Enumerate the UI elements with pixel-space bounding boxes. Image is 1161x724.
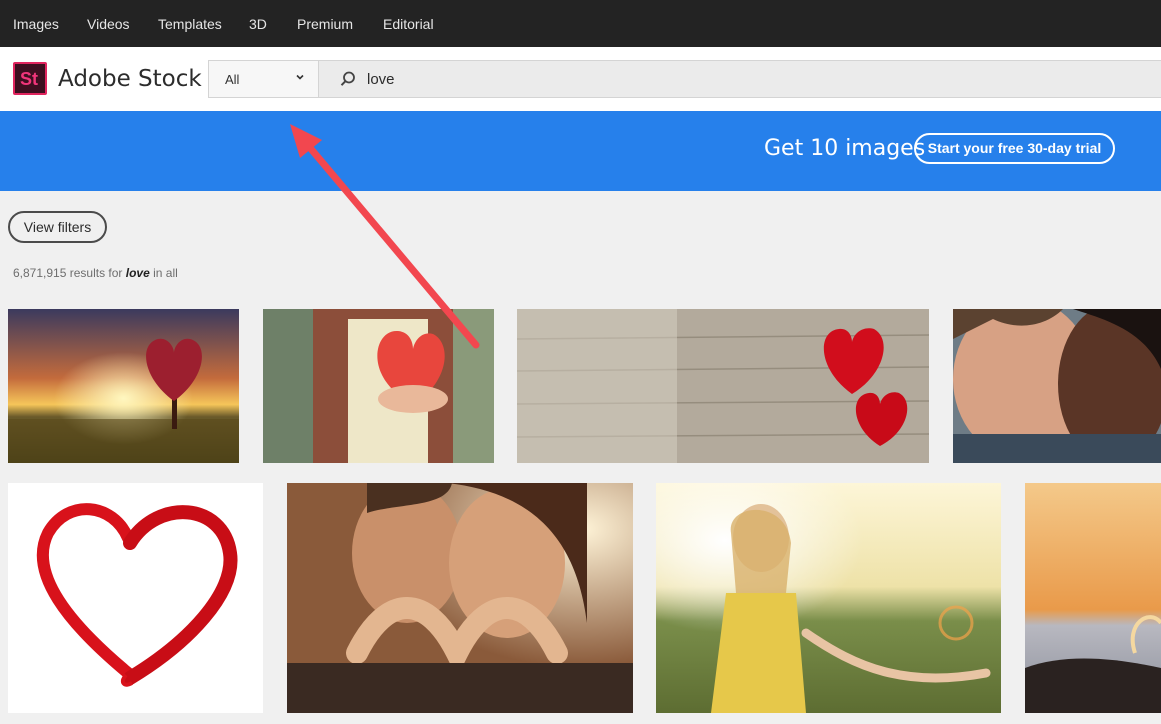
couple-holding-hands-image (656, 483, 1001, 713)
results-term: love (125, 266, 150, 280)
results-suffix: in all (153, 266, 178, 280)
couple-heart-hands-image (287, 483, 633, 713)
search-bar: All (208, 60, 1161, 98)
thumbnail-red-heart-swoosh[interactable] (8, 483, 263, 713)
heart-tree-image (8, 309, 239, 463)
logo-text: St (20, 69, 38, 89)
thumbnail-hearts-on-wood[interactable] (517, 309, 929, 463)
nav-templates[interactable]: Templates (158, 16, 222, 32)
hearts-on-wood-image (517, 309, 929, 463)
nav-premium[interactable]: Premium (297, 16, 353, 32)
results-summary: 6,871,915 results for love in all (13, 266, 178, 280)
thumbnail-heart-tree-sunset[interactable] (8, 309, 239, 463)
adobe-stock-logo[interactable]: St (13, 62, 47, 95)
nav-images[interactable]: Images (13, 16, 59, 32)
results-count: 6,871,915 results for (13, 266, 123, 280)
red-heart-swoosh-image (8, 483, 263, 713)
nav-videos[interactable]: Videos (87, 16, 130, 32)
category-select[interactable]: All (209, 61, 319, 97)
nav-3d[interactable]: 3D (249, 16, 267, 32)
search-input[interactable] (367, 68, 867, 90)
category-select-value: All (225, 72, 240, 87)
search-icon[interactable] (339, 70, 357, 88)
header: St Adobe Stock All (0, 47, 1161, 111)
thumbnail-couple-holding-hands[interactable] (656, 483, 1001, 713)
promo-text: Get 10 images (764, 136, 926, 161)
chevron-down-icon (296, 74, 304, 80)
thumbnail-couple-heart-hands[interactable] (287, 483, 633, 713)
thumbnail-book-heart-sunset[interactable] (1025, 483, 1161, 713)
top-navigation: Images Videos Templates 3D Premium Edito… (0, 0, 1161, 47)
view-filters-button[interactable]: View filters (8, 211, 107, 243)
thumbnail-couple-kissing[interactable] (953, 309, 1161, 463)
brand-name[interactable]: Adobe Stock (58, 66, 202, 92)
couple-kissing-image (953, 309, 1161, 463)
nav-editorial[interactable]: Editorial (383, 16, 434, 32)
free-trial-button[interactable]: Start your free 30-day trial (914, 133, 1115, 164)
couple-paper-heart-image (263, 309, 494, 463)
promo-banner: Get 10 images Start your free 30-day tri… (0, 111, 1161, 191)
thumbnail-couple-paper-heart[interactable] (263, 309, 494, 463)
book-heart-sunset-image (1025, 483, 1161, 713)
